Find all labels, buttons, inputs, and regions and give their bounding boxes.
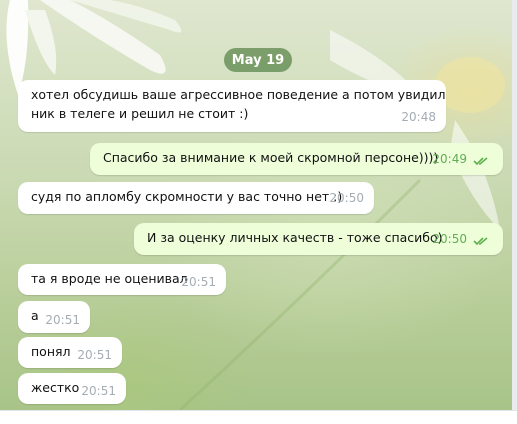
message-bubble[interactable]: судя по апломбу скромности у вас точно н… [18, 182, 374, 214]
message-time: 20:48 [401, 110, 436, 124]
message-bubble[interactable]: а 20:51 [18, 301, 90, 333]
message-time: 20:51 [45, 313, 80, 327]
message-text: судя по апломбу скромности у вас точно н… [31, 189, 343, 204]
message-time: 20:51 [181, 275, 216, 289]
message-bubble[interactable]: Спасибо за внимание к моей скромной перс… [90, 143, 503, 175]
message-time: 20:51 [81, 384, 116, 398]
double-check-icon [473, 237, 488, 246]
message-composer-edge [0, 410, 517, 424]
message-text: ник в телеге и решил не стоит :) [31, 106, 249, 121]
date-badge: May 19 [224, 48, 292, 72]
message-time: 20:51 [77, 348, 112, 362]
message-bubble[interactable]: та я вроде не оценивал 20:51 [18, 264, 226, 295]
double-check-icon [473, 157, 488, 166]
message-bubble[interactable]: понял 20:51 [18, 337, 122, 368]
message-time: 20:50 [432, 232, 467, 246]
message-bubble[interactable]: жестко 20:51 [18, 373, 126, 404]
scrollbar-track[interactable] [512, 0, 517, 423]
message-bubble[interactable]: И за оценку личных качеств - тоже спасиб… [134, 223, 503, 255]
message-time: 20:49 [432, 152, 467, 166]
message-bubble[interactable]: хотел обсудишь ваше агрессивное поведени… [18, 80, 446, 132]
message-text: хотел обсудишь ваше агрессивное поведени… [31, 87, 446, 102]
message-time: 20:50 [329, 191, 364, 205]
